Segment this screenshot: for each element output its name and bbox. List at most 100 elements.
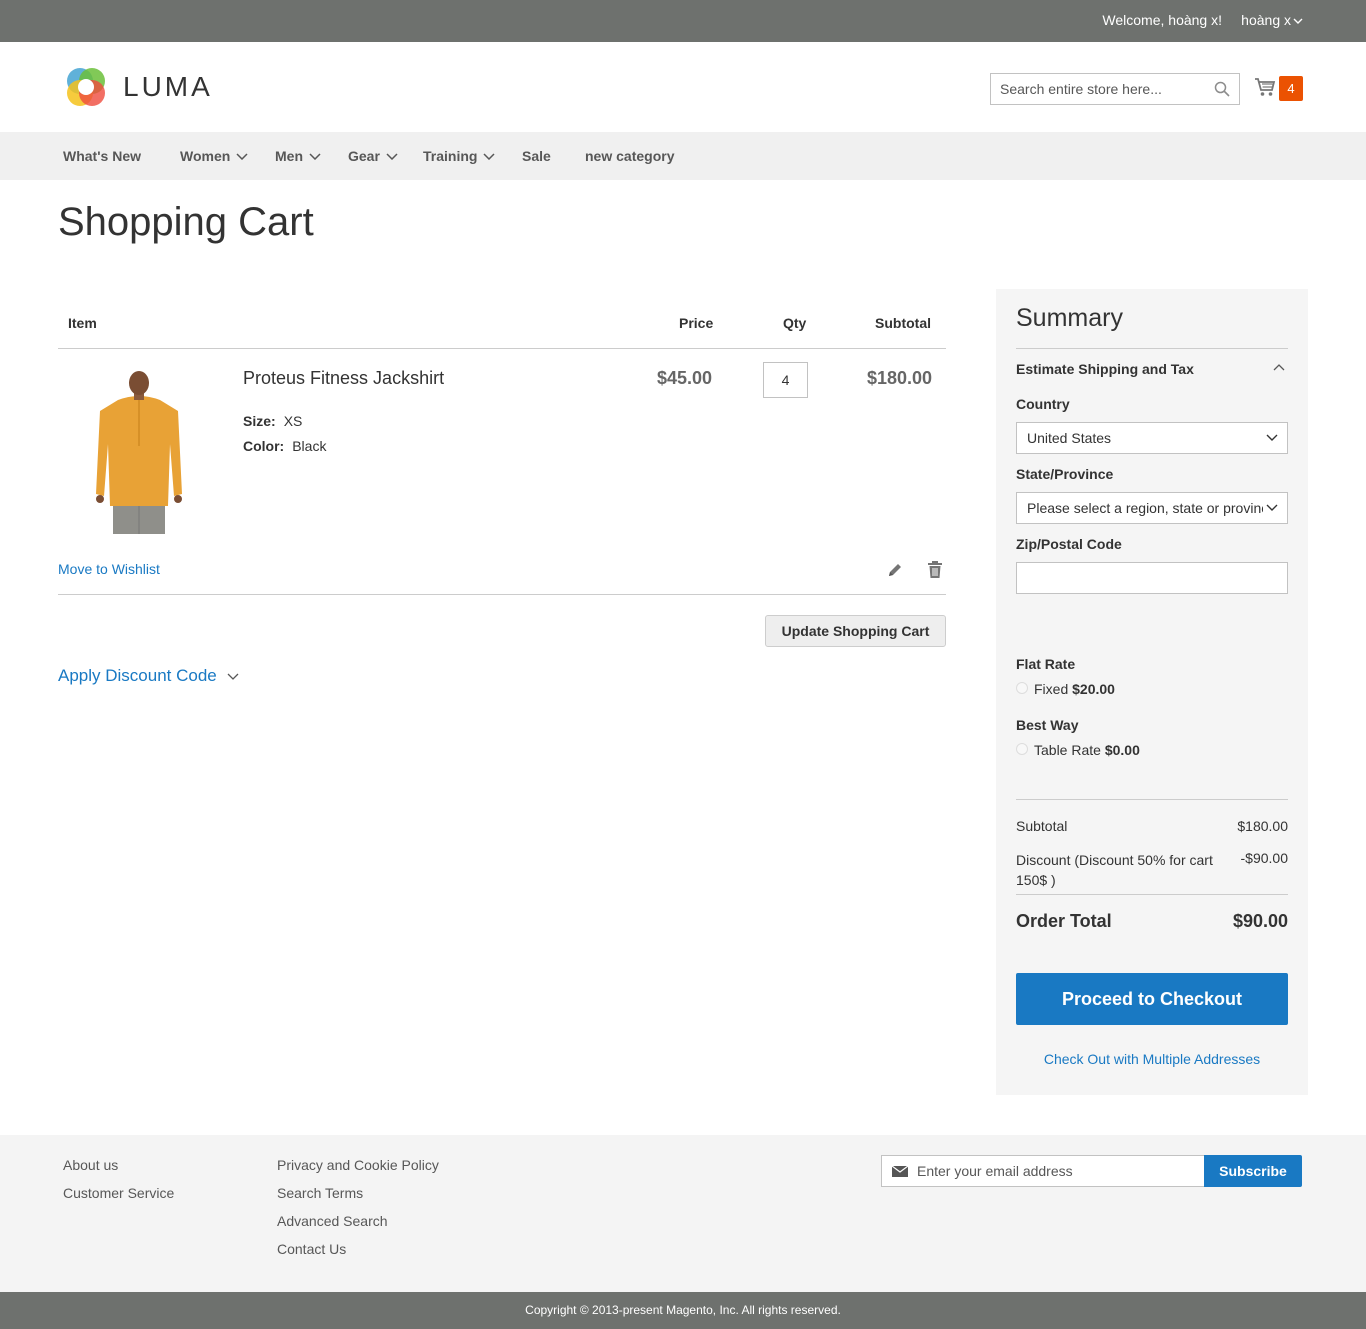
flat-rate-title: Flat Rate [1016,656,1076,672]
order-summary: Summary Estimate Shipping and Tax Countr… [996,289,1308,1095]
logo[interactable]: LUMA [63,64,213,110]
divider [58,594,946,595]
zip-input[interactable] [1016,562,1288,594]
move-to-wishlist-link[interactable]: Move to Wishlist [58,561,160,577]
chevron-up-icon[interactable] [1273,364,1285,371]
footer: About us Customer Service Privacy and Co… [0,1135,1366,1292]
col-header-item: Item [68,315,97,331]
footer-link-search-terms[interactable]: Search Terms [277,1185,363,1201]
nav-item-men[interactable]: Men [275,148,321,164]
multi-address-row: Check Out with Multiple Addresses [996,1051,1308,1067]
col-header-subtotal: Subtotal [875,315,931,331]
search-input[interactable] [991,74,1211,104]
state-label: State/Province [1016,466,1114,482]
nav-label: new category [585,148,675,164]
footer-link-privacy[interactable]: Privacy and Cookie Policy [277,1157,439,1173]
divider [1016,799,1288,800]
estimate-shipping-toggle[interactable]: Estimate Shipping and Tax [1016,361,1194,377]
qty-input[interactable]: 4 [763,362,808,398]
mail-icon [892,1166,908,1177]
discount-row-value: -$90.00 [1240,850,1288,866]
subtotal-value: $180.00 [1237,818,1288,834]
flat-rate-radio[interactable] [1016,682,1028,694]
account-menu[interactable]: hoàng x [1241,12,1303,28]
best-way-option: Table Rate $0.00 [1034,742,1140,758]
logo-text: LUMA [123,71,213,102]
cart-icon[interactable] [1254,76,1276,98]
nav-label: Men [275,148,303,164]
nav-item-women[interactable]: Women [180,148,248,164]
chevron-down-icon [483,153,495,160]
flat-rate-option: Fixed $20.00 [1034,681,1115,697]
summary-title: Summary [1016,304,1123,332]
divider [1016,348,1288,349]
footer-link-advanced-search[interactable]: Advanced Search [277,1213,388,1229]
chevron-down-icon [309,153,321,160]
discount-label: Apply Discount Code [58,666,217,685]
nav-label: Sale [522,148,551,164]
account-name: hoàng x [1241,12,1291,28]
best-way-radio[interactable] [1016,743,1028,755]
logo-icon [67,68,105,106]
main-navigation: What's New Women Men Gear Training Sale … [0,132,1366,180]
col-header-qty: Qty [783,315,807,331]
multiple-addresses-link[interactable]: Check Out with Multiple Addresses [1044,1051,1260,1067]
zip-label: Zip/Postal Code [1016,536,1122,552]
nav-item-gear[interactable]: Gear [348,148,398,164]
option-label: Size: [243,413,276,429]
state-select[interactable]: Please select a region, state or provinc… [1016,492,1288,524]
nav-label: What's New [63,148,142,164]
divider [1016,894,1288,895]
chevron-down-icon [1266,504,1278,511]
best-way-title: Best Way [1016,717,1079,733]
trash-icon[interactable] [927,560,943,579]
top-bar: Welcome, hoàng x! hoàng x [0,0,1366,42]
update-cart-button[interactable]: Update Shopping Cart [765,615,946,647]
header: LUMA 4 [0,42,1366,132]
chevron-down-icon [236,153,248,160]
option-color: Color: Black [243,438,326,454]
product-image[interactable] [68,366,210,536]
option-value: Black [292,438,327,454]
option-label: Color: [243,438,285,454]
footer-link-about[interactable]: About us [63,1157,118,1173]
cart-count-badge[interactable]: 4 [1279,76,1303,101]
rate-amount: $20.00 [1072,681,1115,697]
proceed-to-checkout-button[interactable]: Proceed to Checkout [1016,973,1288,1025]
nav-item-training[interactable]: Training [423,148,495,164]
nav-label: Training [423,148,478,164]
item-subtotal: $180.00 [867,368,933,388]
apply-discount-toggle[interactable]: Apply Discount Code [58,666,239,686]
rate-label: Table Rate [1034,742,1101,758]
chevron-down-icon [227,673,239,680]
rate-amount: $0.00 [1104,742,1140,758]
col-header-price: Price [679,315,714,331]
welcome-message: Welcome, hoàng x! [1102,12,1222,28]
divider [58,348,946,349]
newsletter-box [881,1155,1205,1187]
newsletter-email-input[interactable] [917,1156,1197,1186]
search-box [990,73,1240,105]
order-total-value: $90.00 [1232,911,1288,931]
rate-label: Fixed [1034,681,1069,697]
subscribe-button[interactable]: Subscribe [1204,1155,1302,1187]
nav-item-whats-new[interactable]: What's New [63,148,141,164]
country-value: United States [1027,430,1112,446]
discount-row-label: Discount (Discount 50% for cart 150$ ) [1016,852,1213,888]
search-icon[interactable] [1214,81,1230,97]
nav-item-new-category[interactable]: new category [585,148,674,164]
chevron-down-icon [1266,434,1278,441]
copyright: Copyright © 2013-present Magento, Inc. A… [0,1292,1366,1329]
country-select[interactable]: United States [1016,422,1288,454]
nav-label: Gear [348,148,380,164]
option-value: XS [283,413,303,429]
product-name[interactable]: Proteus Fitness Jackshirt [243,368,444,389]
nav-item-sale[interactable]: Sale [522,148,551,164]
page-title: Shopping Cart [58,200,314,244]
footer-link-customer-service[interactable]: Customer Service [63,1185,174,1201]
order-total-label: Order Total [1016,911,1112,931]
option-size: Size: XS [243,413,302,429]
footer-link-contact[interactable]: Contact Us [277,1241,346,1257]
item-price: $45.00 [657,368,713,388]
pencil-icon[interactable] [886,561,904,579]
